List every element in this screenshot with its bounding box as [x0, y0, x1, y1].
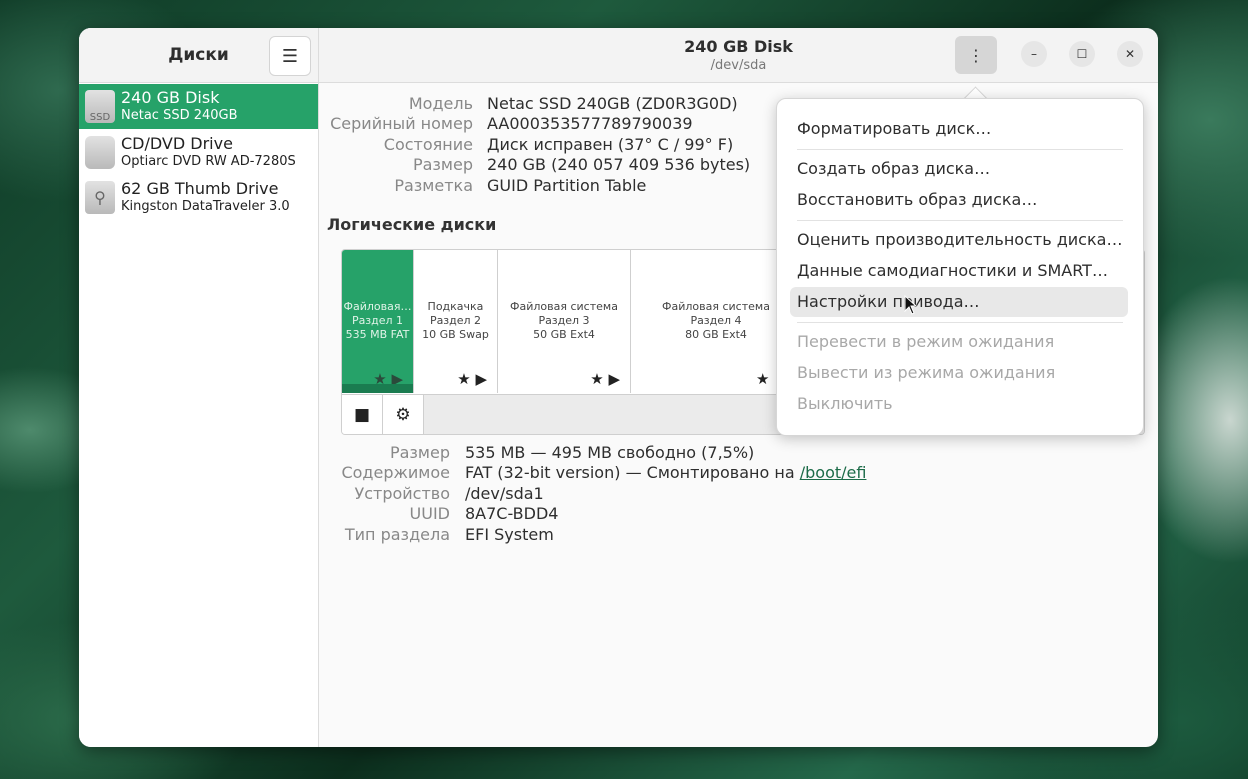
- drive-options-menu: Форматировать диск… Создать образ диска……: [776, 98, 1144, 436]
- drive-item-cd-dvd[interactable]: CD/DVD Drive Optiarc DVD RW AD-7280S: [79, 130, 318, 175]
- menu-format-disk[interactable]: Форматировать диск…: [790, 114, 1128, 144]
- partition-number: Раздел 3: [538, 314, 590, 327]
- close-icon: ✕: [1124, 47, 1136, 61]
- menu-create-image[interactable]: Создать образ диска…: [790, 154, 1128, 184]
- menu-separator: [797, 149, 1123, 150]
- mount-point-link[interactable]: /boot/efi: [800, 463, 867, 482]
- partition-type: Файловая…: [343, 300, 412, 313]
- property-value: Netac SSD 240GB (ZD0R3G0D): [487, 94, 738, 113]
- menu-power-off[interactable]: Выключить: [790, 389, 1128, 419]
- gear-icon: ⚙: [395, 405, 411, 425]
- partition-type: Файловая система: [510, 300, 618, 313]
- partition-label: Файловая… Раздел 1 535 MB FAT: [342, 300, 413, 342]
- usage-bar: [342, 384, 413, 393]
- detail-row: Размер 535 MB — 495 MB свободно (7,5%): [319, 443, 754, 463]
- detail-label: Содержимое: [341, 463, 450, 482]
- property-row: Модель Netac SSD 240GB (ZD0R3G0D): [319, 94, 738, 114]
- partition-3[interactable]: Файловая система Раздел 3 50 GB Ext4 ★ ▶: [498, 250, 631, 393]
- content-text: FAT (32-bit version) — Смонтировано на: [465, 463, 800, 482]
- partition-label: Подкачка Раздел 2 10 GB Swap: [414, 300, 497, 342]
- partition-size: 535 MB FAT: [345, 328, 410, 341]
- detail-label: Тип раздела: [344, 525, 450, 544]
- minimize-icon: –: [1031, 47, 1037, 61]
- menu-drive-settings[interactable]: Настройки привода…: [790, 287, 1128, 317]
- property-label: Серийный номер: [330, 114, 473, 133]
- detail-row: Тип раздела EFI System: [319, 525, 719, 545]
- detail-value: FAT (32-bit version) — Смонтировано на /…: [465, 463, 866, 482]
- partition-1[interactable]: Файловая… Раздел 1 535 MB FAT ★ ▶: [342, 250, 414, 393]
- partition-type: Подкачка: [427, 300, 484, 313]
- menu-wakeup[interactable]: Вывести из режима ожидания: [790, 358, 1128, 388]
- unmount-button[interactable]: ■: [342, 395, 383, 434]
- detail-label: UUID: [409, 504, 450, 523]
- detail-label: Устройство: [354, 484, 450, 503]
- menu-benchmark[interactable]: Оценить производительность диска…: [790, 225, 1128, 255]
- detail-value: /dev/sda1: [465, 484, 544, 503]
- partition-number: Раздел 2: [429, 314, 482, 327]
- property-value: Диск исправен (37° C / 99° F): [487, 135, 734, 154]
- drive-model: Netac SSD 240GB: [121, 108, 238, 123]
- property-label: Состояние: [383, 135, 473, 154]
- property-row: Размер 240 GB (240 057 409 536 bytes): [319, 155, 750, 175]
- partition-number: Раздел 1: [351, 314, 404, 327]
- drive-name: 240 GB Disk: [121, 88, 220, 107]
- drive-item-thumb-drive[interactable]: ⚲ 62 GB Thumb Drive Kingston DataTravele…: [79, 175, 318, 220]
- optical-drive-icon: [85, 136, 115, 169]
- main-header: 240 GB Disk /dev/sda ⋮ – ☐ ✕: [319, 28, 1158, 83]
- mount-star-play-icons: ★ ▶: [590, 370, 620, 388]
- maximize-icon: ☐: [1076, 47, 1088, 61]
- drive-options-button[interactable]: ⋮: [955, 36, 997, 74]
- mount-star-play-icons: ★ ▶: [457, 370, 487, 388]
- kebab-menu-icon: ⋮: [968, 45, 984, 65]
- minimize-button[interactable]: –: [1021, 41, 1047, 67]
- property-label: Модель: [408, 94, 473, 113]
- detail-value: 8A7C-BDD4: [465, 504, 559, 523]
- maximize-button[interactable]: ☐: [1069, 41, 1095, 67]
- partition-label: Файловая система Раздел 3 50 GB Ext4: [498, 300, 630, 342]
- detail-label: Размер: [389, 443, 450, 462]
- menu-separator: [797, 220, 1123, 221]
- drive-name: 62 GB Thumb Drive: [121, 179, 279, 198]
- property-row: Разметка GUID Partition Table: [319, 176, 719, 196]
- drive-item-240gb-disk[interactable]: SSD 240 GB Disk Netac SSD 240GB: [79, 84, 318, 129]
- partition-size: 50 GB Ext4: [533, 328, 595, 341]
- property-label: Разметка: [394, 176, 473, 195]
- hamburger-icon: ☰: [281, 45, 299, 67]
- usb-drive-icon: ⚲: [85, 181, 115, 214]
- menu-separator: [797, 322, 1123, 323]
- stop-icon: ■: [353, 405, 371, 425]
- property-value: 240 GB (240 057 409 536 bytes): [487, 155, 751, 174]
- menu-smart-data[interactable]: Данные самодиагностики и SMART…: [790, 256, 1128, 286]
- ssd-icon: SSD: [85, 90, 115, 123]
- partition-size: 10 GB Swap: [422, 328, 489, 341]
- detail-row: UUID 8A7C-BDD4: [319, 504, 719, 524]
- detail-row: Устройство /dev/sda1: [319, 484, 719, 504]
- detail-value: EFI System: [465, 525, 554, 544]
- menu-restore-image[interactable]: Восстановить образ диска…: [790, 185, 1128, 215]
- property-value: GUID Partition Table: [487, 176, 647, 195]
- sidebar-header: Диски ☰: [79, 28, 318, 83]
- property-label: Размер: [412, 155, 473, 174]
- mount-star-icon: ★: [756, 370, 770, 388]
- detail-row: Содержимое FAT (32-bit version) — Смонти…: [319, 463, 866, 483]
- menu-standby[interactable]: Перевести в режим ожидания: [790, 327, 1128, 357]
- property-row: Состояние Диск исправен (37° C / 99° F): [319, 135, 733, 155]
- partition-settings-button[interactable]: ⚙: [383, 395, 424, 434]
- detail-value: 535 MB — 495 MB свободно (7,5%): [465, 443, 755, 462]
- property-value: AA000353577789790039: [487, 114, 693, 133]
- sidebar: Диски ☰ SSD 240 GB Disk Netac SSD 240GB …: [79, 28, 319, 747]
- partition-2[interactable]: Подкачка Раздел 2 10 GB Swap ★ ▶: [414, 250, 498, 393]
- drive-model: Optiarc DVD RW AD-7280S: [121, 154, 296, 169]
- volumes-heading: Логические диски: [327, 215, 497, 234]
- mouse-pointer-icon: [904, 295, 918, 315]
- close-button[interactable]: ✕: [1117, 41, 1143, 67]
- drive-name: CD/DVD Drive: [121, 134, 233, 153]
- property-row: Серийный номер AA000353577789790039: [319, 114, 719, 134]
- drive-model: Kingston DataTraveler 3.0: [121, 199, 290, 214]
- hamburger-menu-button[interactable]: ☰: [269, 36, 311, 76]
